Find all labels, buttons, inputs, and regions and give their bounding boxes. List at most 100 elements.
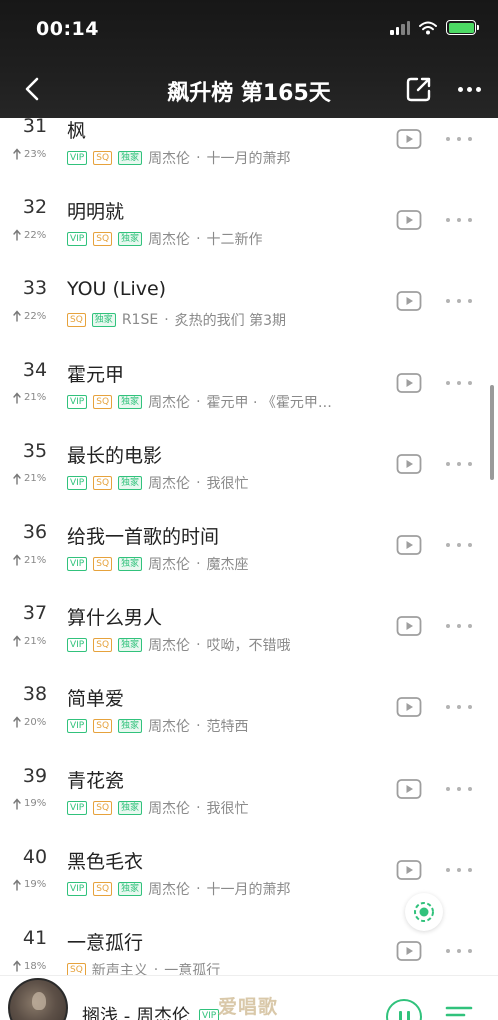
song-artist: 周杰伦 xyxy=(148,232,191,249)
song-album: 十一月的萧邦 xyxy=(206,881,291,898)
song-more-icon[interactable] xyxy=(446,215,472,225)
song-artist: 周杰伦 xyxy=(148,475,191,492)
song-artist: 周杰伦 xyxy=(148,394,191,411)
play-mv-icon[interactable] xyxy=(396,615,422,637)
sq-badge: SQ xyxy=(93,638,113,653)
play-mv-icon[interactable] xyxy=(396,453,422,475)
vip-badge: VIP xyxy=(67,800,88,815)
song-more-icon[interactable] xyxy=(446,134,472,144)
vip-badge: VIP xyxy=(67,557,88,571)
song-rank: 32 xyxy=(22,196,48,219)
song-rank: 31 xyxy=(22,115,48,137)
song-row[interactable]: 39 19% 青花瓷 VIP SQ 独家 周杰伦 · 我很忙 xyxy=(0,755,498,836)
playlist-icon[interactable] xyxy=(444,1002,474,1020)
song-title: 明明就 xyxy=(67,201,125,224)
trend-value: 19% xyxy=(24,798,47,810)
vip-badge: VIP xyxy=(67,881,88,896)
song-more-icon[interactable] xyxy=(446,784,472,794)
exclusive-badge: 独家 xyxy=(118,719,143,734)
song-row[interactable]: 32 22% 明明就 VIP SQ 独家 周杰伦 · 十二新作 xyxy=(0,186,498,267)
song-album: 我很忙 xyxy=(206,475,249,492)
trend-value: 19% xyxy=(24,879,47,891)
song-row[interactable]: 34 21% 霍元甲 VIP SQ 独家 周杰伦 · 霍元甲 · 《霍元甲… xyxy=(0,349,498,430)
scrollbar[interactable] xyxy=(490,385,494,480)
song-rank: 35 xyxy=(22,439,48,462)
vip-badge: VIP xyxy=(67,394,88,409)
signal-icon xyxy=(390,20,410,35)
song-title: 黑色毛衣 xyxy=(67,850,144,873)
song-artist: R1SE xyxy=(121,312,159,329)
meta-separator: · xyxy=(196,474,201,491)
play-mv-icon[interactable] xyxy=(396,940,422,962)
rank-trend: 22% xyxy=(12,310,47,323)
vip-badge: VIP xyxy=(199,1009,220,1020)
exclusive-badge: 独家 xyxy=(118,232,143,247)
song-row[interactable]: 35 21% 最长的电影 VIP SQ 独家 周杰伦 · 我很忙 xyxy=(0,430,498,511)
song-meta: VIP SQ 独家 周杰伦 · 范特西 xyxy=(67,716,249,736)
play-mv-icon[interactable] xyxy=(396,778,422,800)
song-more-icon[interactable] xyxy=(446,621,472,631)
share-icon[interactable] xyxy=(404,74,434,104)
song-more-icon[interactable] xyxy=(446,296,472,306)
rank-trend: 21% xyxy=(12,554,46,566)
rank-trend: 21% xyxy=(12,635,46,647)
trend-value: 22% xyxy=(24,310,47,322)
song-row[interactable]: 38 20% 简单爱 VIP SQ 独家 周杰伦 · 范特西 xyxy=(0,673,498,754)
meta-separator: · xyxy=(196,231,201,248)
rank-trend: 19% xyxy=(12,879,46,891)
meta-separator: · xyxy=(196,393,201,410)
song-artist: 周杰伦 xyxy=(148,557,191,573)
play-mv-icon[interactable] xyxy=(396,290,422,312)
song-rank: 39 xyxy=(22,764,48,787)
song-rank: 38 xyxy=(22,683,48,706)
song-more-icon[interactable] xyxy=(446,378,472,388)
song-meta: VIP SQ 独家 周杰伦 · 十一月的萧邦 xyxy=(67,148,291,168)
song-more-icon[interactable] xyxy=(446,540,472,550)
exclusive-badge: 独家 xyxy=(118,557,143,571)
song-row[interactable]: 36 21% 给我一首歌的时间 VIP SQ 独家 周杰伦 · 魔杰座 xyxy=(0,511,498,592)
sq-badge: SQ xyxy=(93,557,113,571)
play-mv-icon[interactable] xyxy=(396,128,422,150)
song-meta: VIP SQ 独家 周杰伦 · 十一月的萧邦 xyxy=(67,879,291,899)
song-row[interactable]: 33 22% YOU (Live) SQ 独家 R1SE · 炙热的我们 第3期 xyxy=(0,267,498,348)
meta-separator: · xyxy=(196,718,201,735)
locate-current-song-button[interactable] xyxy=(405,893,443,931)
arrow-up-icon xyxy=(13,635,21,647)
play-mv-icon[interactable] xyxy=(396,534,422,556)
song-rank: 34 xyxy=(22,358,48,381)
song-meta: VIP SQ 独家 周杰伦 · 魔杰座 xyxy=(67,554,249,574)
song-row[interactable]: 37 21% 算什么男人 VIP SQ 独家 周杰伦 · 哎呦，不错哦 xyxy=(0,592,498,673)
song-more-icon[interactable] xyxy=(446,865,472,875)
album-cover[interactable] xyxy=(8,978,68,1020)
battery-charging-icon xyxy=(446,20,479,35)
song-artist: 周杰伦 xyxy=(148,881,191,898)
pause-button[interactable] xyxy=(386,999,422,1020)
exclusive-badge: 独家 xyxy=(118,394,143,409)
play-mv-icon[interactable] xyxy=(396,696,422,718)
song-album: 炙热的我们 第3期 xyxy=(174,313,286,330)
watermark: 爱唱歌 xyxy=(218,996,279,1018)
song-rank: 40 xyxy=(22,845,48,868)
song-more-icon[interactable] xyxy=(446,702,472,712)
song-title: 算什么男人 xyxy=(67,607,163,630)
play-mv-icon[interactable] xyxy=(396,859,422,881)
song-artist: 周杰伦 xyxy=(148,151,191,167)
song-meta: VIP SQ 独家 周杰伦 · 哎呦，不错哦 xyxy=(67,635,291,655)
more-icon[interactable] xyxy=(452,78,486,100)
sq-badge: SQ xyxy=(93,475,113,490)
sq-badge: SQ xyxy=(67,313,86,328)
song-more-icon[interactable] xyxy=(446,459,472,469)
sq-badge: SQ xyxy=(93,800,113,815)
status-bar: 00:14 xyxy=(0,0,498,60)
trend-value: 22% xyxy=(24,229,47,241)
song-more-icon[interactable] xyxy=(446,946,472,956)
play-mv-icon[interactable] xyxy=(396,209,422,231)
song-artist: 周杰伦 xyxy=(148,638,191,655)
exclusive-badge: 独家 xyxy=(118,800,143,815)
rank-trend: 23% xyxy=(12,148,46,160)
play-mv-icon[interactable] xyxy=(396,372,422,394)
song-artist: 周杰伦 xyxy=(148,719,191,736)
sq-badge: SQ xyxy=(93,151,113,165)
mini-player[interactable]: 搁浅 - 周杰伦 VIP 爱唱歌 xyxy=(0,975,498,1020)
song-rank: 33 xyxy=(22,277,48,300)
